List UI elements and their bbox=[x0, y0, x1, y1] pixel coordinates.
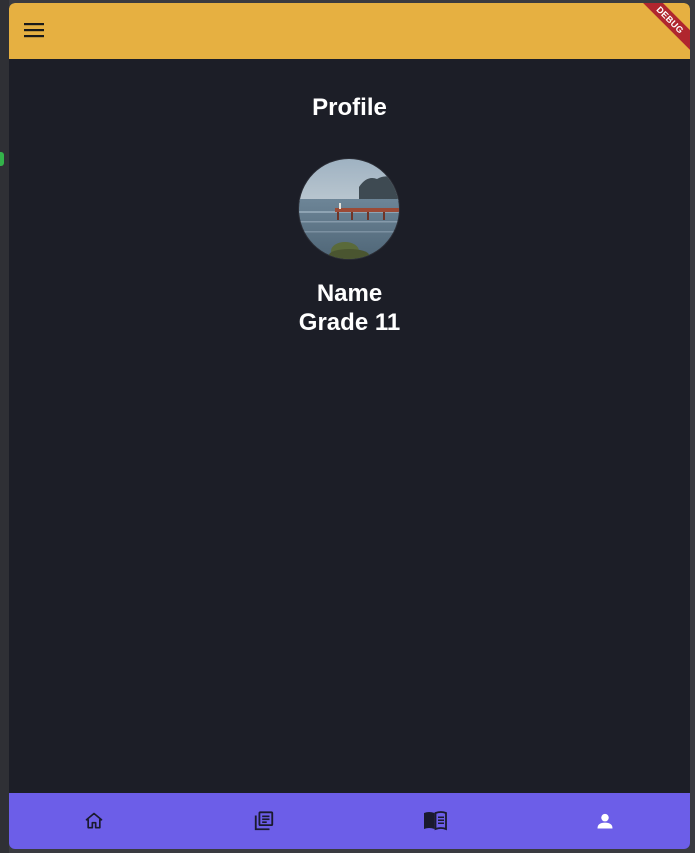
nav-item-home[interactable] bbox=[9, 793, 179, 849]
screen: DEBUG Profile Name Grade 11 bbox=[0, 0, 695, 853]
desktop-status-indicator bbox=[0, 152, 4, 166]
menu-icon bbox=[24, 23, 44, 38]
profile-photo bbox=[299, 159, 399, 259]
bottom-navigation-bar bbox=[9, 793, 690, 849]
nav-item-library[interactable] bbox=[179, 793, 349, 849]
app-window: DEBUG Profile Name Grade 11 bbox=[9, 3, 690, 849]
menu-book-icon bbox=[423, 811, 447, 831]
page-title: Profile bbox=[312, 94, 387, 121]
menu-button[interactable] bbox=[21, 17, 47, 43]
profile-grade: Grade 11 bbox=[298, 309, 401, 336]
person-icon bbox=[597, 813, 613, 829]
app-bar: DEBUG bbox=[9, 3, 690, 59]
nav-item-reading[interactable] bbox=[350, 793, 520, 849]
home-icon bbox=[85, 812, 103, 829]
avatar[interactable] bbox=[299, 159, 399, 259]
profile-name: Name bbox=[316, 280, 383, 307]
library-books-icon bbox=[255, 811, 274, 831]
nav-item-profile[interactable] bbox=[520, 793, 690, 849]
debug-banner: DEBUG bbox=[632, 3, 690, 58]
desktop-edge bbox=[0, 0, 9, 853]
